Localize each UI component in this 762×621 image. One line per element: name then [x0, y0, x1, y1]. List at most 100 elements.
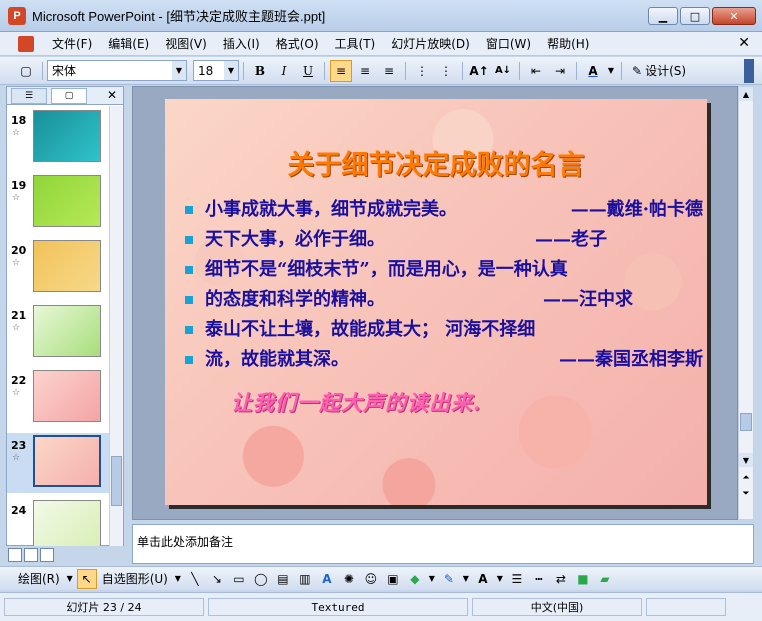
chevron-down-icon[interactable]: ▼ — [224, 61, 238, 80]
autoshapes-menu[interactable]: 自选图形(U) — [98, 570, 172, 587]
align-left-icon[interactable]: ≡ — [330, 59, 352, 82]
scroll-down-icon[interactable]: ▼ — [739, 453, 753, 467]
chevron-down-icon[interactable]: ▼ — [606, 60, 616, 82]
font-name-select[interactable]: 宋体 ▼ — [47, 60, 187, 81]
3d-style-icon[interactable]: ▰ — [595, 569, 615, 589]
slide-thumbnail[interactable] — [33, 110, 101, 162]
chevron-down-icon[interactable]: ▼ — [65, 569, 75, 589]
slide-thumbnail[interactable] — [33, 435, 101, 487]
clipart-icon[interactable]: ☺ — [361, 569, 381, 589]
notes-placeholder[interactable]: 单击此处添加备注 — [137, 533, 233, 550]
tab-outline[interactable]: ☰ — [11, 87, 47, 104]
thumbnail-slide-23[interactable]: 23 ☆ — [7, 433, 110, 493]
font-size-select[interactable]: 18 ▼ — [193, 60, 239, 81]
decrease-font-icon[interactable]: A↓ — [492, 60, 514, 82]
textbox-tool-icon[interactable]: ▤ — [273, 569, 293, 589]
chevron-down-icon[interactable]: ▼ — [427, 569, 437, 589]
thumbnail-slide-21[interactable]: 21 ☆ — [7, 303, 110, 363]
slide-thumbnail[interactable] — [33, 370, 101, 422]
menu-help[interactable]: 帮助(H) — [539, 34, 597, 54]
picture-icon[interactable]: ▣ — [383, 569, 403, 589]
thumbnail-slide-22[interactable]: 22 ☆ — [7, 368, 110, 428]
menu-format[interactable]: 格式(O) — [268, 34, 327, 54]
thumbnail-slide-19[interactable]: 19 ☆ — [7, 173, 110, 233]
next-slide-icon[interactable]: ⏷ — [739, 487, 753, 501]
previous-slide-icon[interactable]: ⏶ — [739, 471, 753, 485]
arrow-tool-icon[interactable]: ↘ — [207, 569, 227, 589]
draw-menu[interactable]: 绘图(R) — [14, 570, 64, 587]
chevron-down-icon[interactable]: ▼ — [172, 61, 186, 80]
slide-bullet-list[interactable]: 小事成就大事，细节成就完美。 ——戴维·帕卡德 天下大事，必作于细。 ——老子 … — [183, 195, 703, 375]
line-tool-icon[interactable]: ╲ — [185, 569, 205, 589]
font-color-icon[interactable]: A — [582, 60, 604, 82]
bullet-text: 细节不是“细枝末节”，而是用心，是一种认真 — [205, 259, 568, 280]
arrow-style-icon[interactable]: ⇄ — [551, 569, 571, 589]
vertical-textbox-icon[interactable]: ▥ — [295, 569, 315, 589]
slide-vertical-scrollbar[interactable]: ▲ ▼ ⏶ ⏷ — [738, 86, 754, 520]
scroll-up-icon[interactable]: ▲ — [739, 87, 753, 101]
notes-pane[interactable]: 单击此处添加备注 — [132, 524, 754, 564]
menu-window[interactable]: 窗口(W) — [478, 34, 539, 54]
maximize-button[interactable]: □ — [680, 7, 710, 25]
title-bar: P Microsoft PowerPoint - [细节决定成败主题班会.ppt… — [0, 0, 762, 32]
line-style-icon[interactable]: ☰ — [507, 569, 527, 589]
numbered-list-icon[interactable]: ⋮ — [411, 60, 433, 82]
tab-slides[interactable]: ▢ — [51, 87, 87, 104]
toolbar-options-icon[interactable] — [744, 59, 754, 83]
dash-style-icon[interactable]: ┅ — [529, 569, 549, 589]
menu-bar: 文件(F) 编辑(E) 视图(V) 插入(I) 格式(O) 工具(T) 幻灯片放… — [0, 32, 762, 56]
menu-view[interactable]: 视图(V) — [157, 34, 215, 54]
slide-thumbnail[interactable] — [33, 175, 101, 227]
thumbnail-scrollbar[interactable] — [109, 106, 123, 546]
thumbnail-slide-20[interactable]: 20 ☆ — [7, 238, 110, 298]
increase-font-icon[interactable]: A↑ — [468, 60, 490, 82]
slide-thumbnail[interactable] — [33, 305, 101, 357]
line-color-icon[interactable]: ✎ — [439, 569, 459, 589]
menu-tools[interactable]: 工具(T) — [327, 34, 384, 54]
slide-title[interactable]: 关于细节决定成败的名言 — [165, 143, 707, 182]
menu-slideshow[interactable]: 幻灯片放映(D) — [383, 34, 478, 54]
scroll-thumb[interactable] — [111, 456, 122, 506]
document-close-icon[interactable]: ✕ — [738, 35, 750, 51]
shadow-style-icon[interactable]: ■ — [573, 569, 593, 589]
chevron-down-icon[interactable]: ▼ — [173, 569, 183, 589]
slide-thumbnail[interactable] — [33, 240, 101, 292]
wordart-text[interactable]: 让我们一起大声的读出来. — [231, 387, 481, 417]
menu-file[interactable]: 文件(F) — [44, 34, 100, 54]
increase-indent-icon[interactable]: ⇥ — [549, 60, 571, 82]
thumbnail-slide-24[interactable]: 24 — [7, 498, 110, 546]
chevron-down-icon[interactable]: ▼ — [495, 569, 505, 589]
select-pointer-icon[interactable]: ↖ — [76, 568, 97, 589]
bold-button[interactable]: B — [249, 60, 271, 82]
chevron-down-icon[interactable]: ▼ — [461, 569, 471, 589]
slide-number: 21 — [11, 309, 27, 322]
document-menu-icon[interactable] — [18, 35, 34, 52]
menu-insert[interactable]: 插入(I) — [215, 34, 268, 54]
fill-color-icon[interactable]: ◆ — [405, 569, 425, 589]
design-button[interactable]: ✎ 设计(S) — [626, 60, 692, 82]
diagram-icon[interactable]: ✺ — [339, 569, 359, 589]
slideshow-view-icon[interactable] — [40, 548, 54, 562]
current-slide[interactable]: 关于细节决定成败的名言 小事成就大事，细节成就完美。 ——戴维·帕卡德 天下大事… — [165, 99, 707, 505]
align-right-icon[interactable]: ≡ — [378, 60, 400, 82]
font-color-icon[interactable]: A — [473, 569, 493, 589]
italic-button[interactable]: I — [273, 60, 295, 82]
scroll-thumb[interactable] — [740, 413, 752, 431]
thumbnail-slide-18[interactable]: 18 ☆ — [7, 108, 110, 168]
wordart-icon[interactable]: A — [317, 569, 337, 589]
slide-thumbnail[interactable] — [33, 500, 101, 546]
new-document-icon[interactable]: ▢ — [15, 60, 37, 82]
close-button[interactable]: ✕ — [712, 7, 756, 25]
menu-edit[interactable]: 编辑(E) — [100, 34, 157, 54]
underline-button[interactable]: U — [297, 60, 319, 82]
slide-number: 18 — [11, 114, 27, 127]
minimize-button[interactable]: ▁ — [648, 7, 678, 25]
slide-sorter-view-icon[interactable] — [24, 548, 38, 562]
close-icon[interactable]: ✕ — [107, 88, 117, 102]
rectangle-tool-icon[interactable]: ▭ — [229, 569, 249, 589]
bulleted-list-icon[interactable]: ⋮ — [435, 60, 457, 82]
align-center-icon[interactable]: ≡ — [354, 60, 376, 82]
oval-tool-icon[interactable]: ◯ — [251, 569, 271, 589]
decrease-indent-icon[interactable]: ⇤ — [525, 60, 547, 82]
normal-view-icon[interactable] — [8, 548, 22, 562]
